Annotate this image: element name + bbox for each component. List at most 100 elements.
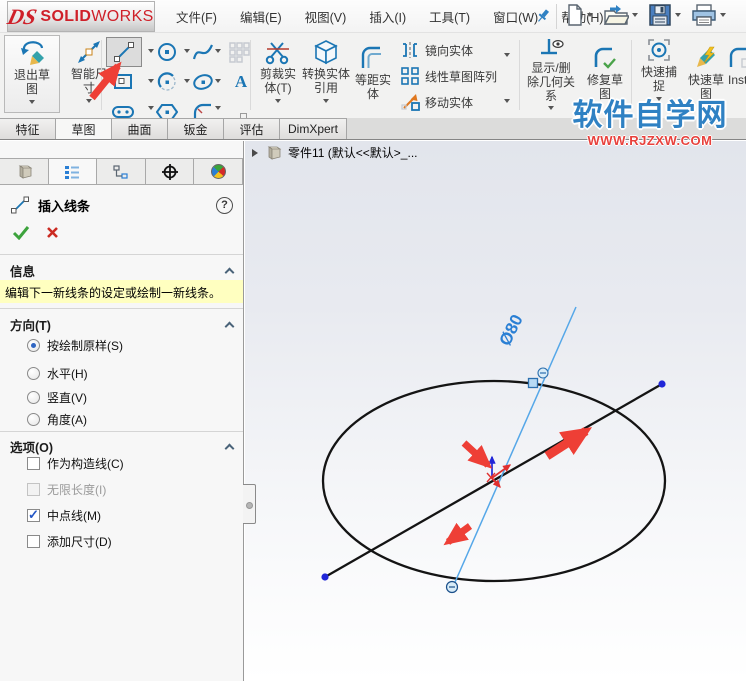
circle-icon bbox=[156, 41, 178, 63]
open-caret[interactable] bbox=[632, 13, 638, 17]
quick-snaps-caret[interactable] bbox=[656, 97, 662, 101]
radio-as-sketched[interactable]: 按绘制原样(S) bbox=[27, 337, 123, 354]
convert-entities-button[interactable]: 转换实体引用 bbox=[302, 37, 350, 103]
tab-property-manager[interactable] bbox=[48, 158, 98, 184]
move-flyout-caret[interactable] bbox=[504, 99, 510, 103]
new-document-button[interactable] bbox=[566, 3, 593, 27]
exit-sketch-caret[interactable] bbox=[29, 100, 35, 104]
property-manager-actions bbox=[12, 225, 59, 240]
new-document-caret[interactable] bbox=[587, 13, 593, 17]
collapse-chevron-icon bbox=[225, 267, 235, 277]
print-button[interactable] bbox=[691, 3, 726, 27]
offset-entities-button[interactable]: 等距实体 bbox=[352, 43, 394, 102]
checkbox-add-dimensions[interactable]: 添加尺寸(D) bbox=[27, 533, 112, 550]
menu-view[interactable]: 视图(V) bbox=[305, 7, 347, 26]
checkbox-midpoint-line[interactable]: 中点线(M) bbox=[27, 507, 101, 524]
instant2d-button[interactable]: Inst bbox=[728, 43, 746, 88]
linear-pattern-button[interactable]: 线性草图阵列 bbox=[400, 66, 497, 86]
tab-configuration-manager[interactable] bbox=[96, 158, 146, 184]
save-caret[interactable] bbox=[675, 13, 681, 17]
display-delete-relations-button[interactable]: 显示/删除几何关系 bbox=[525, 35, 577, 110]
open-button[interactable] bbox=[603, 3, 638, 27]
smart-dimension-caret[interactable] bbox=[86, 99, 92, 103]
tab-features[interactable]: 特征 bbox=[0, 118, 56, 139]
graphics-viewport[interactable]: 零件11 (默认<<默认>_... bbox=[245, 141, 746, 681]
spline-tool-button[interactable] bbox=[188, 39, 218, 65]
repair-sketch-button[interactable]: 修复草图 bbox=[581, 43, 629, 102]
line-icon bbox=[113, 41, 135, 63]
arc-icon bbox=[156, 71, 178, 93]
tab-surfaces[interactable]: 曲面 bbox=[111, 118, 168, 139]
menu-edit[interactable]: 编辑(E) bbox=[240, 7, 282, 26]
fillet-tool-caret[interactable] bbox=[215, 106, 221, 110]
move-entities-button[interactable]: 移动实体 bbox=[400, 92, 473, 112]
tab-sketch[interactable]: 草图 bbox=[55, 118, 112, 139]
annotation-arrow bbox=[547, 431, 586, 456]
save-button[interactable] bbox=[648, 3, 681, 27]
menu-file[interactable]: 文件(F) bbox=[176, 7, 217, 26]
rectangle-tool-button[interactable] bbox=[108, 69, 138, 95]
radio-horizontal[interactable]: 水平(H) bbox=[27, 365, 88, 382]
pin-icon[interactable] bbox=[536, 8, 550, 27]
ok-check-icon[interactable] bbox=[12, 225, 30, 240]
tab-dimxpert[interactable]: DimXpert bbox=[279, 118, 347, 139]
tab-sheet-metal[interactable]: 钣金 bbox=[167, 118, 224, 139]
display-delete-relations-caret[interactable] bbox=[548, 106, 554, 110]
exit-sketch-icon bbox=[17, 38, 47, 68]
spline-tool-caret[interactable] bbox=[215, 49, 221, 53]
trim-entities-label: 剪裁实体(T) bbox=[256, 68, 300, 96]
checkbox-for-construction[interactable]: 作为构造线(C) bbox=[27, 455, 124, 472]
ellipse-tool-button[interactable] bbox=[188, 69, 218, 95]
line-tool-button[interactable] bbox=[106, 37, 142, 67]
smart-dimension-icon bbox=[76, 37, 102, 67]
mirror-entities-button[interactable]: 镜向实体 bbox=[400, 41, 473, 59]
dimxpert-target-icon bbox=[161, 163, 179, 181]
radio-angle[interactable]: 角度(A) bbox=[27, 411, 87, 428]
mirror-entities-icon bbox=[400, 41, 420, 59]
text-tool-button[interactable] bbox=[226, 69, 256, 95]
arc-tool-button[interactable] bbox=[152, 69, 182, 95]
display-delete-relations-icon bbox=[538, 35, 564, 61]
mirror-flyout-caret[interactable] bbox=[504, 53, 510, 57]
property-manager-panel: 插入线条 信息 编辑下一新线条的设定或绘制一新线条。 方向(T) bbox=[0, 141, 244, 681]
radio-vertical[interactable]: 竖直(V) bbox=[27, 389, 87, 406]
direction-section-header[interactable]: 方向(T) bbox=[10, 315, 233, 334]
exit-sketch-button[interactable]: 退出草图 bbox=[4, 35, 60, 113]
main-area: 插入线条 信息 编辑下一新线条的设定或绘制一新线条。 方向(T) bbox=[0, 141, 746, 681]
options-section-header[interactable]: 选项(O) bbox=[10, 437, 233, 456]
cancel-x-icon[interactable] bbox=[46, 226, 59, 239]
radio-icon bbox=[27, 367, 40, 380]
tab-dimxpert-manager[interactable] bbox=[145, 158, 195, 184]
checkbox-icon bbox=[27, 483, 40, 496]
radio-icon bbox=[27, 391, 40, 404]
checkbox-icon bbox=[27, 457, 40, 470]
ellipse-tool-caret[interactable] bbox=[215, 79, 221, 83]
panel-splitter-handle[interactable] bbox=[243, 484, 256, 524]
rapid-sketch-label: 快速草图 bbox=[684, 74, 728, 102]
quick-snaps-button[interactable]: 快速捕捉 bbox=[635, 35, 683, 101]
rapid-sketch-button[interactable]: 快速草图 bbox=[684, 43, 728, 102]
relation-icon bbox=[538, 368, 548, 378]
sketch-canvas[interactable]: Ø80 bbox=[245, 141, 746, 681]
help-icon[interactable] bbox=[216, 197, 233, 214]
tab-feature-manager[interactable] bbox=[0, 158, 49, 184]
radio-icon bbox=[27, 339, 40, 352]
quick-snaps-icon bbox=[646, 35, 672, 65]
tab-evaluate[interactable]: 评估 bbox=[223, 118, 280, 139]
print-caret[interactable] bbox=[720, 13, 726, 17]
tab-display-manager[interactable] bbox=[193, 158, 243, 184]
command-manager-ribbon: 退出草图 智能尺寸 bbox=[0, 33, 746, 118]
message-section-header[interactable]: 信息 bbox=[10, 261, 233, 280]
menu-tools[interactable]: 工具(T) bbox=[429, 7, 470, 26]
ellipse-icon bbox=[191, 71, 215, 93]
quick-access-toolbar bbox=[566, 3, 732, 27]
menu-insert[interactable]: 插入(I) bbox=[369, 7, 406, 26]
logo-text-solid: SOLID bbox=[40, 8, 91, 25]
convert-entities-caret[interactable] bbox=[323, 99, 329, 103]
trim-entities-caret[interactable] bbox=[275, 99, 281, 103]
trim-entities-button[interactable]: 剪裁实体(T) bbox=[254, 37, 302, 103]
circle-tool-button[interactable] bbox=[152, 39, 182, 65]
menu-window[interactable]: 窗口(W) bbox=[493, 7, 538, 26]
panel-tab-strip bbox=[0, 158, 243, 185]
checkbox-icon bbox=[27, 509, 40, 522]
